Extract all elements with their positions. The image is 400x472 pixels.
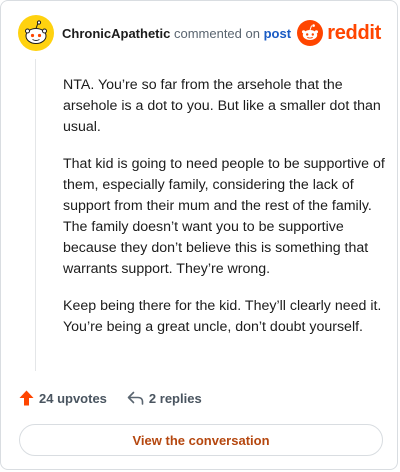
avatar[interactable] [18, 15, 54, 51]
byline: ChronicApathetic commented on post [62, 26, 291, 41]
upvote-button[interactable]: 24 upvotes [19, 390, 107, 406]
author-name[interactable]: ChronicApathetic [62, 26, 170, 41]
brand-wordmark: reddit [327, 21, 381, 44]
snoo-avatar-icon [25, 20, 47, 44]
view-conversation-button[interactable]: View the conversation [19, 424, 383, 456]
comment-header: ChronicApathetic commented on post reddi… [18, 15, 381, 51]
reddit-snoo-icon [297, 20, 324, 46]
replies-button[interactable]: 2 replies [127, 391, 202, 406]
comment-paragraph: NTA. You’re so far from the arsehole tha… [63, 77, 381, 135]
comment-paragraph: Keep being there for the kid. They’ll cl… [63, 298, 382, 335]
action-text: commented on [173, 25, 260, 41]
comment-body: NTA. You’re so far from the arsehole tha… [63, 75, 389, 354]
comment-paragraph: That kid is going to need people to be s… [63, 156, 385, 277]
thread-line [35, 59, 36, 371]
comment-actions: 24 upvotes 2 replies [19, 390, 202, 406]
reddit-logo[interactable]: reddit [297, 20, 381, 46]
upvote-arrow-icon [19, 390, 34, 406]
reply-arrow-icon [127, 391, 144, 405]
view-conversation-label: View the conversation [132, 432, 270, 448]
upvote-count: 24 upvotes [39, 390, 107, 406]
comment-card: ChronicApathetic commented on post reddi… [0, 0, 398, 470]
post-link[interactable]: post [264, 26, 291, 41]
reply-count: 2 replies [148, 390, 202, 406]
